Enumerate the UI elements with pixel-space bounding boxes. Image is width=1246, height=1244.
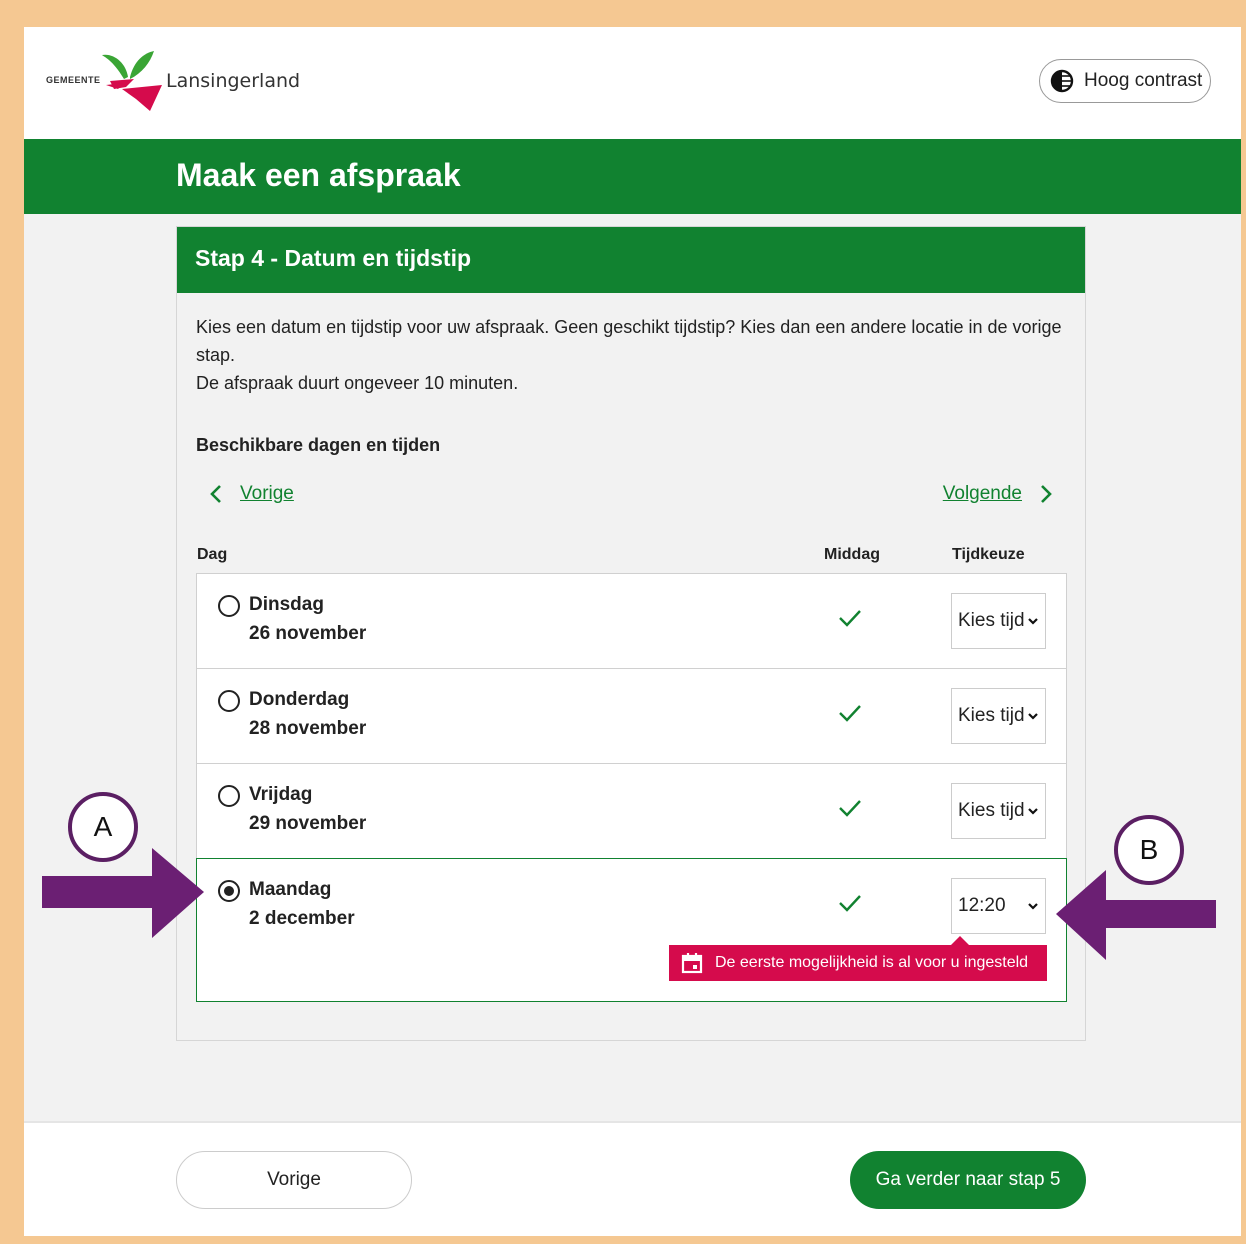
day-radio-selected[interactable]	[218, 880, 240, 902]
previous-week-label: Vorige	[240, 483, 294, 504]
day-name: Dinsdag	[249, 594, 324, 615]
checkmark-icon	[839, 895, 861, 912]
day-name: Donderdag	[249, 689, 350, 710]
chevron-down-icon	[1028, 903, 1038, 910]
annotation-marker-a: A	[68, 792, 138, 862]
municipality-logo[interactable]: GEMEENTE Lansingerland	[44, 49, 304, 119]
day-date: 28 november	[249, 718, 367, 739]
chevron-left-icon	[210, 485, 221, 503]
step-card: Stap 4 - Datum en tijdstip Kies een datu…	[176, 226, 1086, 1041]
chevron-right-icon	[1041, 485, 1052, 503]
first-available-notice: De eerste mogelijkheid is al voor u inge…	[669, 936, 1047, 981]
title-banner: Maak een afspraak	[24, 139, 1241, 214]
logo-small-text: GEMEENTE	[46, 75, 101, 85]
chevron-down-icon	[1028, 713, 1038, 720]
time-select-value: Kies tijd	[958, 705, 1025, 726]
chevron-down-icon	[1028, 618, 1038, 625]
column-afternoon: Middag	[824, 546, 880, 563]
day-date: 29 november	[249, 813, 367, 834]
checkmark-icon	[839, 800, 861, 817]
table-row[interactable]: Dinsdag 26 november Kies tijd	[196, 573, 1067, 668]
day-date: 26 november	[249, 623, 367, 644]
table-row[interactable]: Donderdag 28 november Kies tijd	[196, 668, 1067, 763]
table-row-selected[interactable]: Maandag 2 december 12:20 De eerste mogel…	[196, 858, 1067, 1002]
time-select[interactable]: Kies tijd	[951, 783, 1046, 839]
logo-name-text: Lansingerland	[166, 70, 301, 92]
next-step-button[interactable]: Ga verder naar stap 5	[850, 1151, 1086, 1209]
day-date: 2 december	[249, 908, 355, 929]
column-time: Tijdkeuze	[952, 546, 1025, 563]
step-title: Stap 4 - Datum en tijdstip	[195, 245, 472, 271]
chevron-down-icon	[1028, 808, 1038, 815]
page: GEMEENTE Lansingerland Hoog contrast Maa…	[24, 27, 1241, 1236]
table-row[interactable]: Vrijdag 29 november Kies tijd	[196, 763, 1067, 858]
day-name: Maandag	[249, 879, 332, 900]
time-select-value: 12:20	[958, 895, 1006, 916]
annotation-marker-b: B	[1114, 815, 1184, 885]
day-name: Vrijdag	[249, 784, 313, 805]
intro-line-2: De afspraak duurt ongeveer 10 minuten.	[196, 373, 519, 393]
intro-line-1: Kies een datum en tijdstip voor uw afspr…	[196, 317, 1062, 365]
time-select[interactable]: Kies tijd	[951, 688, 1046, 744]
availability-list: Dinsdag 26 november Kies tijd Donderdag …	[196, 573, 1067, 1002]
notice-text: De eerste mogelijkheid is al voor u inge…	[715, 954, 1029, 971]
logo-mark-icon	[102, 51, 162, 111]
high-contrast-label: Hoog contrast	[1084, 70, 1203, 91]
available-heading: Beschikbare dagen en tijden	[196, 435, 441, 455]
annotation-arrow-a-icon	[42, 848, 204, 938]
time-select-value: Kies tijd	[958, 610, 1025, 631]
day-radio[interactable]	[218, 595, 240, 617]
time-select[interactable]: 12:20	[951, 878, 1046, 934]
checkmark-icon	[839, 705, 861, 722]
step-card-header: Stap 4 - Datum en tijdstip	[177, 227, 1085, 293]
column-day: Dag	[197, 546, 228, 563]
previous-step-button[interactable]: Vorige	[176, 1151, 412, 1209]
step-intro: Kies een datum en tijdstip voor uw afspr…	[196, 313, 1066, 397]
next-week-label: Volgende	[942, 483, 1022, 504]
next-week-link[interactable]: Volgende	[943, 483, 1053, 505]
contrast-icon	[1050, 69, 1074, 93]
time-select[interactable]: Kies tijd	[951, 593, 1046, 649]
day-radio[interactable]	[218, 785, 240, 807]
checkmark-icon	[839, 610, 861, 627]
page-title: Maak een afspraak	[176, 157, 461, 193]
top-bar: GEMEENTE Lansingerland Hoog contrast	[24, 27, 1241, 139]
footer-bar: Vorige Ga verder naar stap 5	[24, 1121, 1241, 1236]
previous-week-link[interactable]: Vorige	[209, 483, 294, 505]
calendar-icon	[681, 953, 703, 974]
day-radio[interactable]	[218, 690, 240, 712]
time-select-value: Kies tijd	[958, 800, 1025, 821]
high-contrast-button[interactable]: Hoog contrast	[1039, 59, 1211, 103]
